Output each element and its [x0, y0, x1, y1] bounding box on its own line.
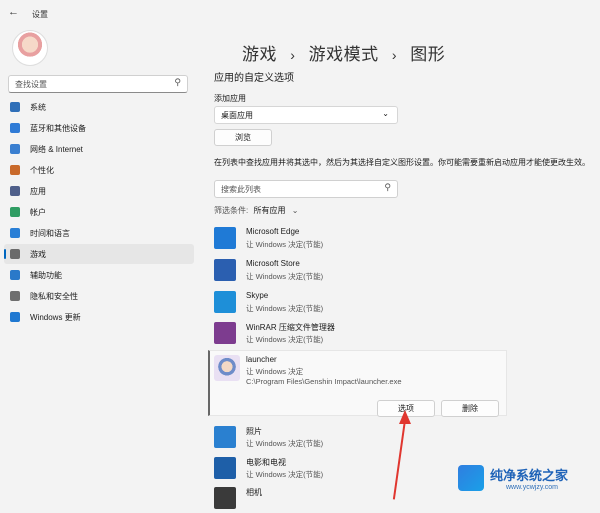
sidebar-item-label: 个性化 — [30, 165, 54, 175]
sidebar-item-label: 隐私和安全性 — [30, 291, 78, 301]
app-sub: 让 Windows 决定(节能) — [246, 272, 324, 281]
privacy-icon — [10, 291, 20, 301]
app-sub: 让 Windows 决定(节能) — [246, 304, 324, 313]
sidebar-item-bluetooth[interactable]: 蓝牙和其他设备 — [4, 118, 194, 138]
app-sub: 让 Windows 决定(节能) — [246, 335, 324, 344]
sidebar-item-system[interactable]: 系统 — [4, 97, 194, 117]
app-icon — [214, 487, 236, 509]
add-app-label: 添加应用 — [214, 94, 246, 103]
sidebar-item-windows-update[interactable]: Windows 更新 — [4, 307, 194, 327]
sidebar-item-label: 时间和语言 — [30, 228, 70, 238]
sidebar-item-apps[interactable]: 应用 — [4, 181, 194, 201]
app-row[interactable]: Microsoft Store 让 Windows 决定(节能) — [210, 255, 504, 285]
sidebar-item-label: 辅助功能 — [30, 270, 62, 280]
app-sub: 让 Windows 决定(节能) — [246, 240, 324, 249]
breadcrumb-gaming[interactable]: 游戏 — [242, 45, 277, 64]
app-name: Skype — [246, 291, 269, 300]
accessibility-icon — [10, 270, 20, 280]
search-icon[interactable]: ⚲ — [174, 77, 181, 88]
breadcrumb-separator: › — [290, 47, 296, 63]
avatar[interactable] — [12, 30, 48, 66]
watermark: 纯净系统之家 www.ycwjzy.com — [458, 463, 598, 497]
filter-dropdown[interactable]: 筛选条件: 所有应用 ⌄ — [214, 205, 298, 216]
page-title: 图形 — [410, 45, 446, 64]
app-type-value: 桌面应用 — [221, 111, 253, 120]
app-name: 电影和电视 — [246, 458, 286, 467]
sidebar-item-network[interactable]: 网络 & Internet — [4, 139, 194, 159]
app-name: Microsoft Store — [246, 259, 300, 268]
sidebar-item-accounts[interactable]: 帐户 — [4, 202, 194, 222]
filter-label: 筛选条件: — [214, 206, 249, 215]
app-row[interactable]: WinRAR 压缩文件管理器让 Windows 决定(节能) — [210, 318, 504, 348]
watermark-url: www.ycwjzy.com — [506, 484, 558, 491]
sidebar-item-label: 应用 — [30, 186, 46, 196]
watermark-title: 纯净系统之家 — [490, 468, 569, 483]
time-language-icon — [10, 228, 20, 238]
breadcrumb-game-mode[interactable]: 游戏模式 — [309, 45, 379, 64]
app-name: 照片 — [246, 427, 262, 436]
windows-update-icon — [10, 312, 20, 322]
system-icon — [10, 102, 20, 112]
app-type-dropdown[interactable]: 桌面应用 ⌄ — [214, 106, 398, 124]
app-sub: 让 Windows 决定(节能) — [246, 470, 324, 479]
app-icon — [214, 426, 236, 448]
browse-button[interactable]: 浏览 — [214, 129, 272, 146]
back-icon[interactable]: ← — [8, 6, 19, 18]
app-sub: 让 Windows 决定(节能) — [246, 439, 324, 448]
launcher-icon — [214, 355, 240, 381]
breadcrumb: 游戏 › 游戏模式 › 图形 — [242, 40, 445, 65]
app-row[interactable]: 照片让 Windows 决定(节能) — [210, 422, 504, 452]
list-search-input[interactable]: 搜索此列表 ⚲ — [214, 180, 398, 198]
settings-search-input[interactable]: 查找设置 ⚲ — [8, 75, 188, 93]
gaming-icon — [10, 249, 20, 259]
filter-value: 所有应用 — [253, 206, 286, 215]
sidebar-item-label: 帐户 — [30, 207, 46, 217]
list-search-placeholder: 搜索此列表 — [221, 185, 261, 194]
delete-button[interactable]: 删除 — [441, 400, 499, 417]
network-icon — [10, 144, 20, 154]
chevron-down-icon: ⌄ — [291, 206, 299, 215]
sidebar-item-time-language[interactable]: 时间和语言 — [4, 223, 194, 243]
app-row[interactable]: Microsoft Edge 让 Windows 决定(节能) — [210, 223, 504, 253]
chevron-down-icon: ⌄ — [382, 109, 389, 118]
app-name: launcher — [246, 355, 277, 364]
sidebar-item-accessibility[interactable]: 辅助功能 — [4, 265, 194, 285]
app-name: 相机 — [246, 488, 262, 497]
app-name: Microsoft Edge — [246, 227, 300, 236]
search-placeholder: 查找设置 — [15, 80, 47, 89]
apps-icon — [10, 186, 20, 196]
app-icon — [214, 259, 236, 281]
app-name: WinRAR 压缩文件管理器 — [246, 323, 335, 332]
sidebar-item-label: 网络 & Internet — [30, 144, 83, 154]
accounts-icon — [10, 207, 20, 217]
app-icon — [214, 457, 236, 479]
sidebar-item-label: 蓝牙和其他设备 — [30, 123, 86, 133]
sidebar-item-label: Windows 更新 — [30, 312, 81, 322]
sidebar-item-privacy[interactable]: 隐私和安全性 — [4, 286, 194, 306]
sidebar-item-label: 游戏 — [30, 249, 46, 259]
app-icon — [214, 322, 236, 344]
search-icon[interactable]: ⚲ — [384, 182, 391, 193]
app-icon — [214, 291, 236, 313]
bluetooth-icon — [10, 123, 20, 133]
app-sub: 让 Windows 决定 — [246, 367, 304, 376]
app-row[interactable]: Skype 让 Windows 决定(节能) — [210, 287, 504, 317]
description-text: 在列表中查找应用并将其选中，然后为其选择自定义图形设置。你可能需要重新启动应用才… — [214, 158, 590, 167]
app-icon — [214, 227, 236, 249]
window-title: 设置 — [32, 10, 48, 19]
sidebar-item-label: 系统 — [30, 102, 46, 112]
section-title: 应用的自定义选项 — [214, 73, 294, 84]
personalization-icon — [10, 165, 20, 175]
watermark-logo-icon — [458, 465, 484, 491]
app-path: C:\Program Files\Genshin Impact\launcher… — [246, 377, 402, 386]
sidebar-item-personalization[interactable]: 个性化 — [4, 160, 194, 180]
breadcrumb-separator: › — [391, 47, 398, 63]
sidebar-item-gaming[interactable]: 游戏 — [4, 244, 194, 264]
